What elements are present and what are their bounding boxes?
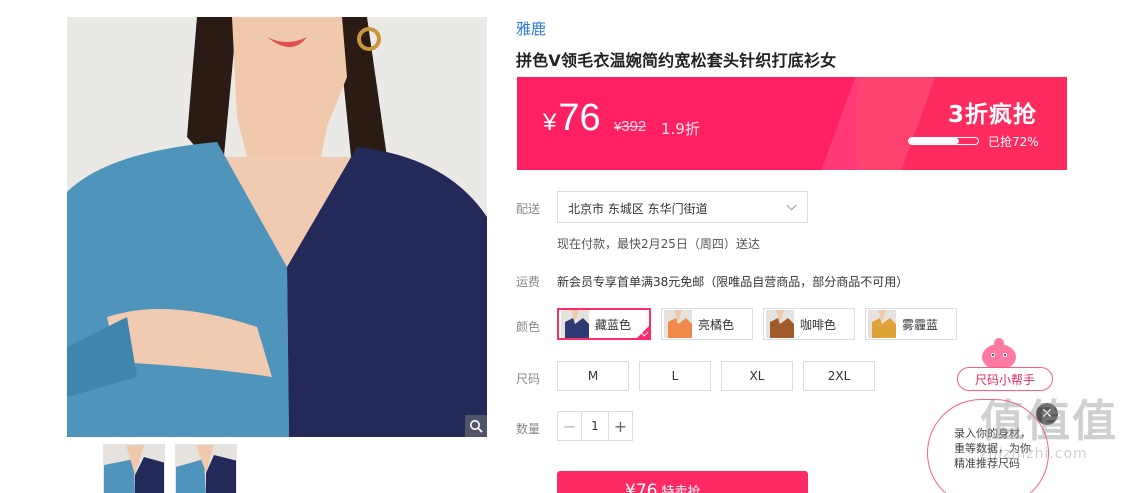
shipping-label: 运费	[516, 275, 541, 289]
sold-percentage: 已抢72%	[988, 135, 1039, 149]
color-option[interactable]: 亮橘色	[661, 308, 754, 340]
watermark: 值值值 zhizhizhi.com	[980, 396, 1130, 463]
quantity-label: 数量	[516, 422, 541, 436]
size-label: 尺码	[516, 372, 541, 386]
current-price: ¥76	[543, 99, 601, 137]
color-swatch-image	[766, 310, 795, 338]
original-price: ¥392	[614, 118, 646, 135]
buy-label: 特卖抢	[661, 485, 701, 493]
address-value: 北京市 东城区 东华门街道	[568, 202, 708, 216]
color-swatch-image	[664, 310, 693, 338]
size-option[interactable]: M	[557, 361, 629, 391]
buy-button[interactable]: ¥76 特卖抢	[557, 471, 808, 493]
size-helper-tag[interactable]: 尺码小帮手	[957, 367, 1053, 391]
color-option[interactable]: 雾霾蓝	[865, 308, 958, 340]
brand-link[interactable]: 雅鹿	[516, 18, 546, 39]
color-swatch-image	[561, 310, 589, 338]
product-title: 拼色V领毛衣温婉简约宽松套头针织打底衫女	[516, 51, 837, 70]
promo-title: 3折疯抢	[947, 102, 1037, 128]
size-option[interactable]: L	[639, 361, 711, 391]
thumbnail-1[interactable]	[103, 444, 165, 493]
quantity-decrease-button[interactable]: −	[558, 412, 582, 440]
color-option[interactable]: 藏蓝色	[557, 308, 652, 340]
size-option[interactable]: 2XL	[803, 361, 875, 391]
quantity-increase-button[interactable]: +	[608, 412, 632, 440]
address-select[interactable]: 北京市 东城区 东华门街道	[557, 191, 808, 223]
color-option-label: 雾霾蓝	[902, 317, 939, 332]
currency-symbol: ¥	[543, 109, 557, 136]
sold-progress-bar	[908, 137, 979, 145]
product-main-image[interactable]	[67, 17, 487, 437]
color-options: 藏蓝色 亮橘色 咖啡色 雾霾蓝	[557, 308, 958, 340]
watermark-logo: 值值值	[980, 396, 1118, 447]
thumbnail-list	[103, 444, 237, 493]
product-photo	[67, 17, 487, 437]
price-banner: ¥76 ¥392 1.9折 3折疯抢 已抢72%	[517, 77, 1067, 170]
color-option[interactable]: 咖啡色	[763, 308, 856, 340]
sold-progress-fill	[909, 138, 959, 144]
quantity-value[interactable]: 1	[582, 412, 608, 440]
color-swatch-image	[868, 310, 897, 338]
chevron-down-icon	[786, 200, 797, 211]
mascot-icon	[982, 338, 1016, 370]
color-label: 颜色	[516, 320, 541, 334]
zoom-button[interactable]	[465, 415, 487, 437]
buy-price: ¥76	[625, 481, 658, 493]
watermark-url: zhizhizhi.com	[980, 446, 1088, 462]
current-price-value: 76	[558, 97, 601, 139]
search-icon	[470, 420, 483, 433]
selected-check-icon	[636, 325, 651, 339]
color-option-label: 咖啡色	[800, 317, 837, 332]
delivery-label: 配送	[516, 202, 541, 216]
color-option-label: 藏蓝色	[595, 317, 632, 332]
shipping-info: 新会员专享首单满38元免邮（限唯品自营商品，部分商品不可用）	[557, 275, 909, 289]
size-options: M L XL 2XL	[557, 361, 875, 391]
size-option[interactable]: XL	[721, 361, 793, 391]
discount-label: 1.9折	[661, 120, 700, 138]
original-price-value: 392	[621, 118, 647, 135]
delivery-estimate: 现在付款，最快2月25日（周四）送达	[557, 237, 760, 251]
color-option-label: 亮橘色	[698, 317, 735, 332]
quantity-stepper: − 1 +	[557, 411, 633, 441]
thumbnail-2[interactable]	[175, 444, 237, 493]
